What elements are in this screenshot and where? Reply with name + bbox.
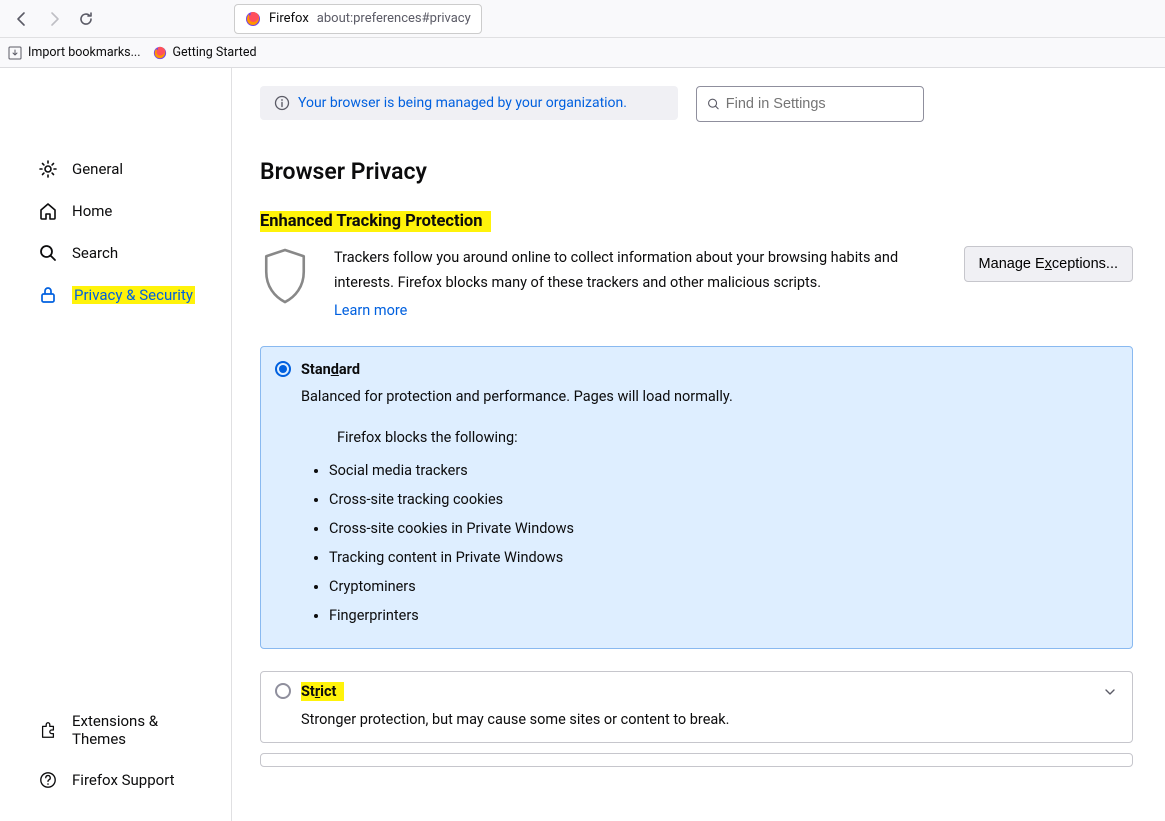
bookmarks-bar: Import bookmarks... Getting Started <box>0 38 1165 68</box>
radio-strict[interactable] <box>275 683 291 699</box>
list-item: Fingerprinters <box>329 601 1114 630</box>
getting-started-bookmark[interactable]: Getting Started <box>153 45 257 60</box>
etp-option-custom[interactable] <box>260 753 1133 767</box>
getting-started-label: Getting Started <box>173 45 257 60</box>
shield-icon <box>260 246 316 310</box>
info-icon <box>274 95 290 111</box>
arrow-left-icon <box>14 11 30 27</box>
find-in-settings-input[interactable] <box>726 96 913 112</box>
forward-button[interactable] <box>40 5 68 33</box>
url-text: about:preferences#privacy <box>317 11 471 26</box>
main-panel: Your browser is being managed by your or… <box>232 68 1165 821</box>
enterprise-policy-link[interactable]: Your browser is being managed by your or… <box>298 95 627 111</box>
sidebar-label: Search <box>72 244 118 262</box>
learn-more-link[interactable]: Learn more <box>334 299 407 324</box>
firefox-icon <box>245 11 261 27</box>
puzzle-icon <box>38 720 58 740</box>
list-item: Cross-site cookies in Private Windows <box>329 514 1114 543</box>
option-subtitle: Stronger protection, but may cause some … <box>301 711 1114 728</box>
settings-sidebar: General Home Search Privacy & Security <box>0 68 232 821</box>
list-item: Social media trackers <box>329 456 1114 485</box>
sidebar-label: Extensions & Themes <box>72 712 213 748</box>
sidebar-item-extensions[interactable]: Extensions & Themes <box>0 701 231 759</box>
reload-icon <box>78 11 94 27</box>
firefox-icon <box>153 46 167 60</box>
sidebar-label: Privacy & Security <box>72 286 195 304</box>
arrow-right-icon <box>46 11 62 27</box>
home-icon <box>38 201 58 221</box>
search-icon <box>707 97 720 111</box>
sidebar-label: General <box>72 160 123 178</box>
sidebar-item-home[interactable]: Home <box>0 190 231 232</box>
gear-icon <box>38 159 58 179</box>
etp-description-text: Trackers follow you around online to col… <box>334 249 898 291</box>
search-icon <box>38 243 58 263</box>
sidebar-label: Home <box>72 202 112 220</box>
list-item: Cryptominers <box>329 572 1114 601</box>
section-heading-etp: Enhanced Tracking Protection <box>260 211 491 232</box>
url-bar[interactable]: Firefox about:preferences#privacy <box>234 4 482 34</box>
help-icon <box>38 770 58 790</box>
list-item: Tracking content in Private Windows <box>329 543 1114 572</box>
page-title: Browser Privacy <box>260 158 1133 185</box>
sidebar-item-support[interactable]: Firefox Support <box>0 759 231 801</box>
find-in-settings[interactable] <box>696 86 924 122</box>
reload-button[interactable] <box>72 5 100 33</box>
etp-description: Trackers follow you around online to col… <box>334 246 946 324</box>
sidebar-item-privacy[interactable]: Privacy & Security <box>0 274 231 316</box>
sidebar-item-general[interactable]: General <box>0 148 231 190</box>
enterprise-policy-banner: Your browser is being managed by your or… <box>260 86 678 120</box>
radio-standard[interactable] <box>275 361 291 377</box>
option-title-strict: Strict <box>301 682 344 701</box>
list-item: Cross-site tracking cookies <box>329 485 1114 514</box>
sidebar-item-search[interactable]: Search <box>0 232 231 274</box>
etp-option-strict[interactable]: Strict Stronger protection, but may caus… <box>260 671 1133 743</box>
import-bookmarks-button[interactable]: Import bookmarks... <box>8 45 141 60</box>
blocks-list: Social media trackers Cross-site trackin… <box>329 456 1114 630</box>
browser-toolbar: Firefox about:preferences#privacy <box>0 0 1165 38</box>
content-area: General Home Search Privacy & Security <box>0 68 1165 821</box>
back-button[interactable] <box>8 5 36 33</box>
chevron-down-icon <box>1104 686 1116 698</box>
blocks-intro: Firefox blocks the following: <box>337 429 1114 446</box>
option-title-standard: Standard <box>301 361 360 378</box>
manage-exceptions-button[interactable]: Manage Exceptions... <box>964 246 1133 282</box>
import-icon <box>8 46 22 60</box>
sidebar-label: Firefox Support <box>72 771 175 789</box>
lock-icon <box>38 285 58 305</box>
option-subtitle: Balanced for protection and performance.… <box>301 388 1114 405</box>
identity-label: Firefox <box>269 11 309 26</box>
import-bookmarks-label: Import bookmarks... <box>28 45 141 60</box>
etp-option-standard[interactable]: Standard Balanced for protection and per… <box>260 346 1133 649</box>
